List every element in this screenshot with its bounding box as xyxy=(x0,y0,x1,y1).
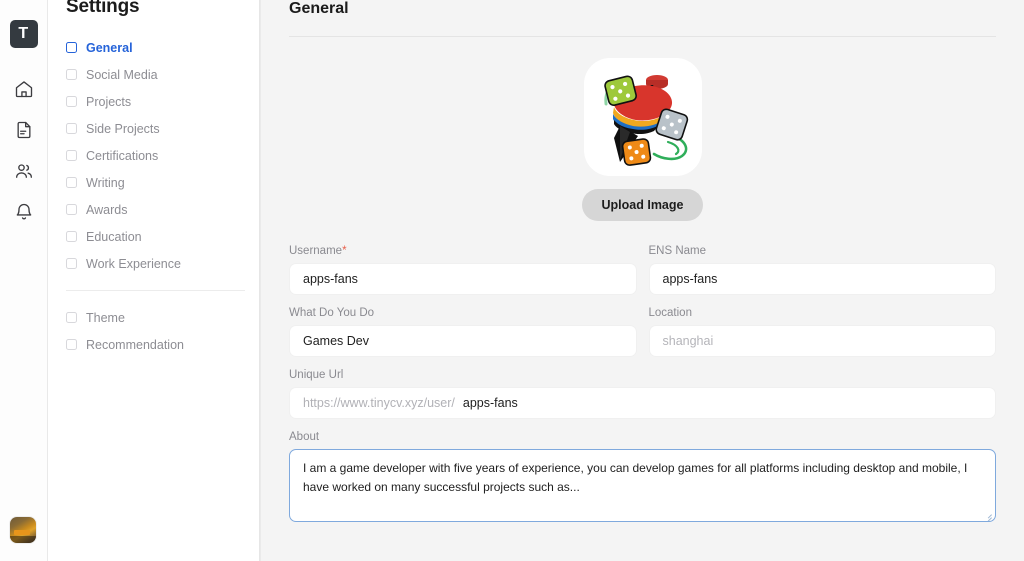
username-input[interactable]: apps-fans xyxy=(289,263,637,295)
settings-nav-list: General Social Media Projects Side Proje… xyxy=(66,34,259,277)
checkbox-icon xyxy=(66,204,77,215)
checkbox-icon xyxy=(66,231,77,242)
sidebar-item-label: Side Projects xyxy=(86,121,160,136)
checkbox-icon xyxy=(66,177,77,188)
rail-icon-group xyxy=(13,78,35,223)
sidebar-item-label: Work Experience xyxy=(86,256,181,271)
field-what-do-you-do: What Do You Do Games Dev xyxy=(289,307,637,357)
app-logo[interactable]: T xyxy=(9,20,38,48)
field-location: Location shanghai xyxy=(648,307,996,357)
field-username: Username* apps-fans xyxy=(289,245,637,295)
avatar[interactable] xyxy=(10,517,36,543)
form-row-2: What Do You Do Games Dev Location shangh… xyxy=(289,307,996,369)
about-textarea-value: I am a game developer with five years of… xyxy=(303,461,968,494)
unique-url-input[interactable]: https://www.tinycv.xyz/user/ apps-fans xyxy=(289,387,996,419)
unique-url-prefix: https://www.tinycv.xyz/user/ xyxy=(303,396,455,410)
field-about: About I am a game developer with five ye… xyxy=(289,431,996,522)
sidebar-item-label: Social Media xyxy=(86,67,158,82)
settings-title: Settings xyxy=(66,0,140,17)
sidebar-item-social-media[interactable]: Social Media xyxy=(66,61,259,88)
home-icon[interactable] xyxy=(13,78,35,100)
username-label: Username* xyxy=(289,245,347,257)
ens-name-label: ENS Name xyxy=(648,245,707,257)
main-content: General Upload Image Username* apps-fans… xyxy=(260,0,1024,561)
profile-image-section: Upload Image xyxy=(261,58,1024,221)
sidebar-item-label: Writing xyxy=(86,175,125,190)
sidebar-item-general[interactable]: General xyxy=(66,34,259,61)
app-logo-text: T xyxy=(18,25,29,42)
checkbox-icon xyxy=(66,42,77,53)
people-icon[interactable] xyxy=(13,160,35,182)
upload-image-button[interactable]: Upload Image xyxy=(581,189,704,221)
unique-url-label: Unique Url xyxy=(289,369,344,381)
checkbox-icon xyxy=(66,150,77,161)
sidebar-item-work-experience[interactable]: Work Experience xyxy=(66,250,259,277)
sidebar-divider xyxy=(66,290,245,291)
profile-image[interactable] xyxy=(583,58,702,176)
sidebar-item-label: Recommendation xyxy=(86,337,184,352)
about-label: About xyxy=(289,431,320,443)
avatar-detail-bar xyxy=(14,530,30,535)
checkbox-icon xyxy=(66,339,77,350)
app-root: T Settings General Social Media Projects… xyxy=(0,0,1024,561)
checkbox-icon xyxy=(66,312,77,323)
document-icon[interactable] xyxy=(13,119,35,141)
general-settings-form: Username* apps-fans ENS Name apps-fans W… xyxy=(261,245,1024,522)
checkbox-icon xyxy=(66,69,77,80)
sidebar-item-recommendation[interactable]: Recommendation xyxy=(66,331,259,358)
what-do-you-do-label: What Do You Do xyxy=(289,307,375,319)
sidebar-item-theme[interactable]: Theme xyxy=(66,304,259,331)
location-input[interactable]: shanghai xyxy=(648,325,996,357)
sidebar-item-side-projects[interactable]: Side Projects xyxy=(66,115,259,142)
page-title: General xyxy=(289,0,349,17)
sidebar-item-label: General xyxy=(86,40,133,55)
checkbox-icon xyxy=(66,96,77,107)
field-ens-name: ENS Name apps-fans xyxy=(648,245,996,295)
sidebar-item-label: Awards xyxy=(86,202,128,217)
sidebar-item-education[interactable]: Education xyxy=(66,223,259,250)
sidebar-item-label: Theme xyxy=(86,310,125,325)
main-header: General xyxy=(261,0,1024,37)
settings-nav-secondary: Theme Recommendation xyxy=(66,304,259,358)
left-icon-rail: T xyxy=(0,0,48,561)
sidebar-item-writing[interactable]: Writing xyxy=(66,169,259,196)
sidebar-item-label: Education xyxy=(86,229,142,244)
bell-icon[interactable] xyxy=(13,201,35,223)
ens-name-input[interactable]: apps-fans xyxy=(648,263,996,295)
required-marker: * xyxy=(342,245,347,257)
checkbox-icon xyxy=(66,123,77,134)
resize-handle-icon[interactable] xyxy=(982,508,993,519)
about-textarea[interactable]: I am a game developer with five years of… xyxy=(289,449,996,522)
sidebar-item-label: Projects xyxy=(86,94,132,109)
settings-panel: Settings General Social Media Projects S… xyxy=(48,0,260,561)
sidebar-item-label: Certifications xyxy=(86,148,159,163)
sidebar-item-awards[interactable]: Awards xyxy=(66,196,259,223)
sidebar-item-certifications[interactable]: Certifications xyxy=(66,142,259,169)
header-divider xyxy=(289,36,996,37)
checkbox-icon xyxy=(66,258,77,269)
what-do-you-do-input[interactable]: Games Dev xyxy=(289,325,637,357)
unique-url-value: apps-fans xyxy=(462,396,518,410)
sidebar-item-projects[interactable]: Projects xyxy=(66,88,259,115)
location-label: Location xyxy=(648,307,692,319)
avatar-detail-shadow xyxy=(10,536,36,543)
form-row-1: Username* apps-fans ENS Name apps-fans xyxy=(289,245,996,307)
field-unique-url: Unique Url https://www.tinycv.xyz/user/ … xyxy=(289,369,996,419)
